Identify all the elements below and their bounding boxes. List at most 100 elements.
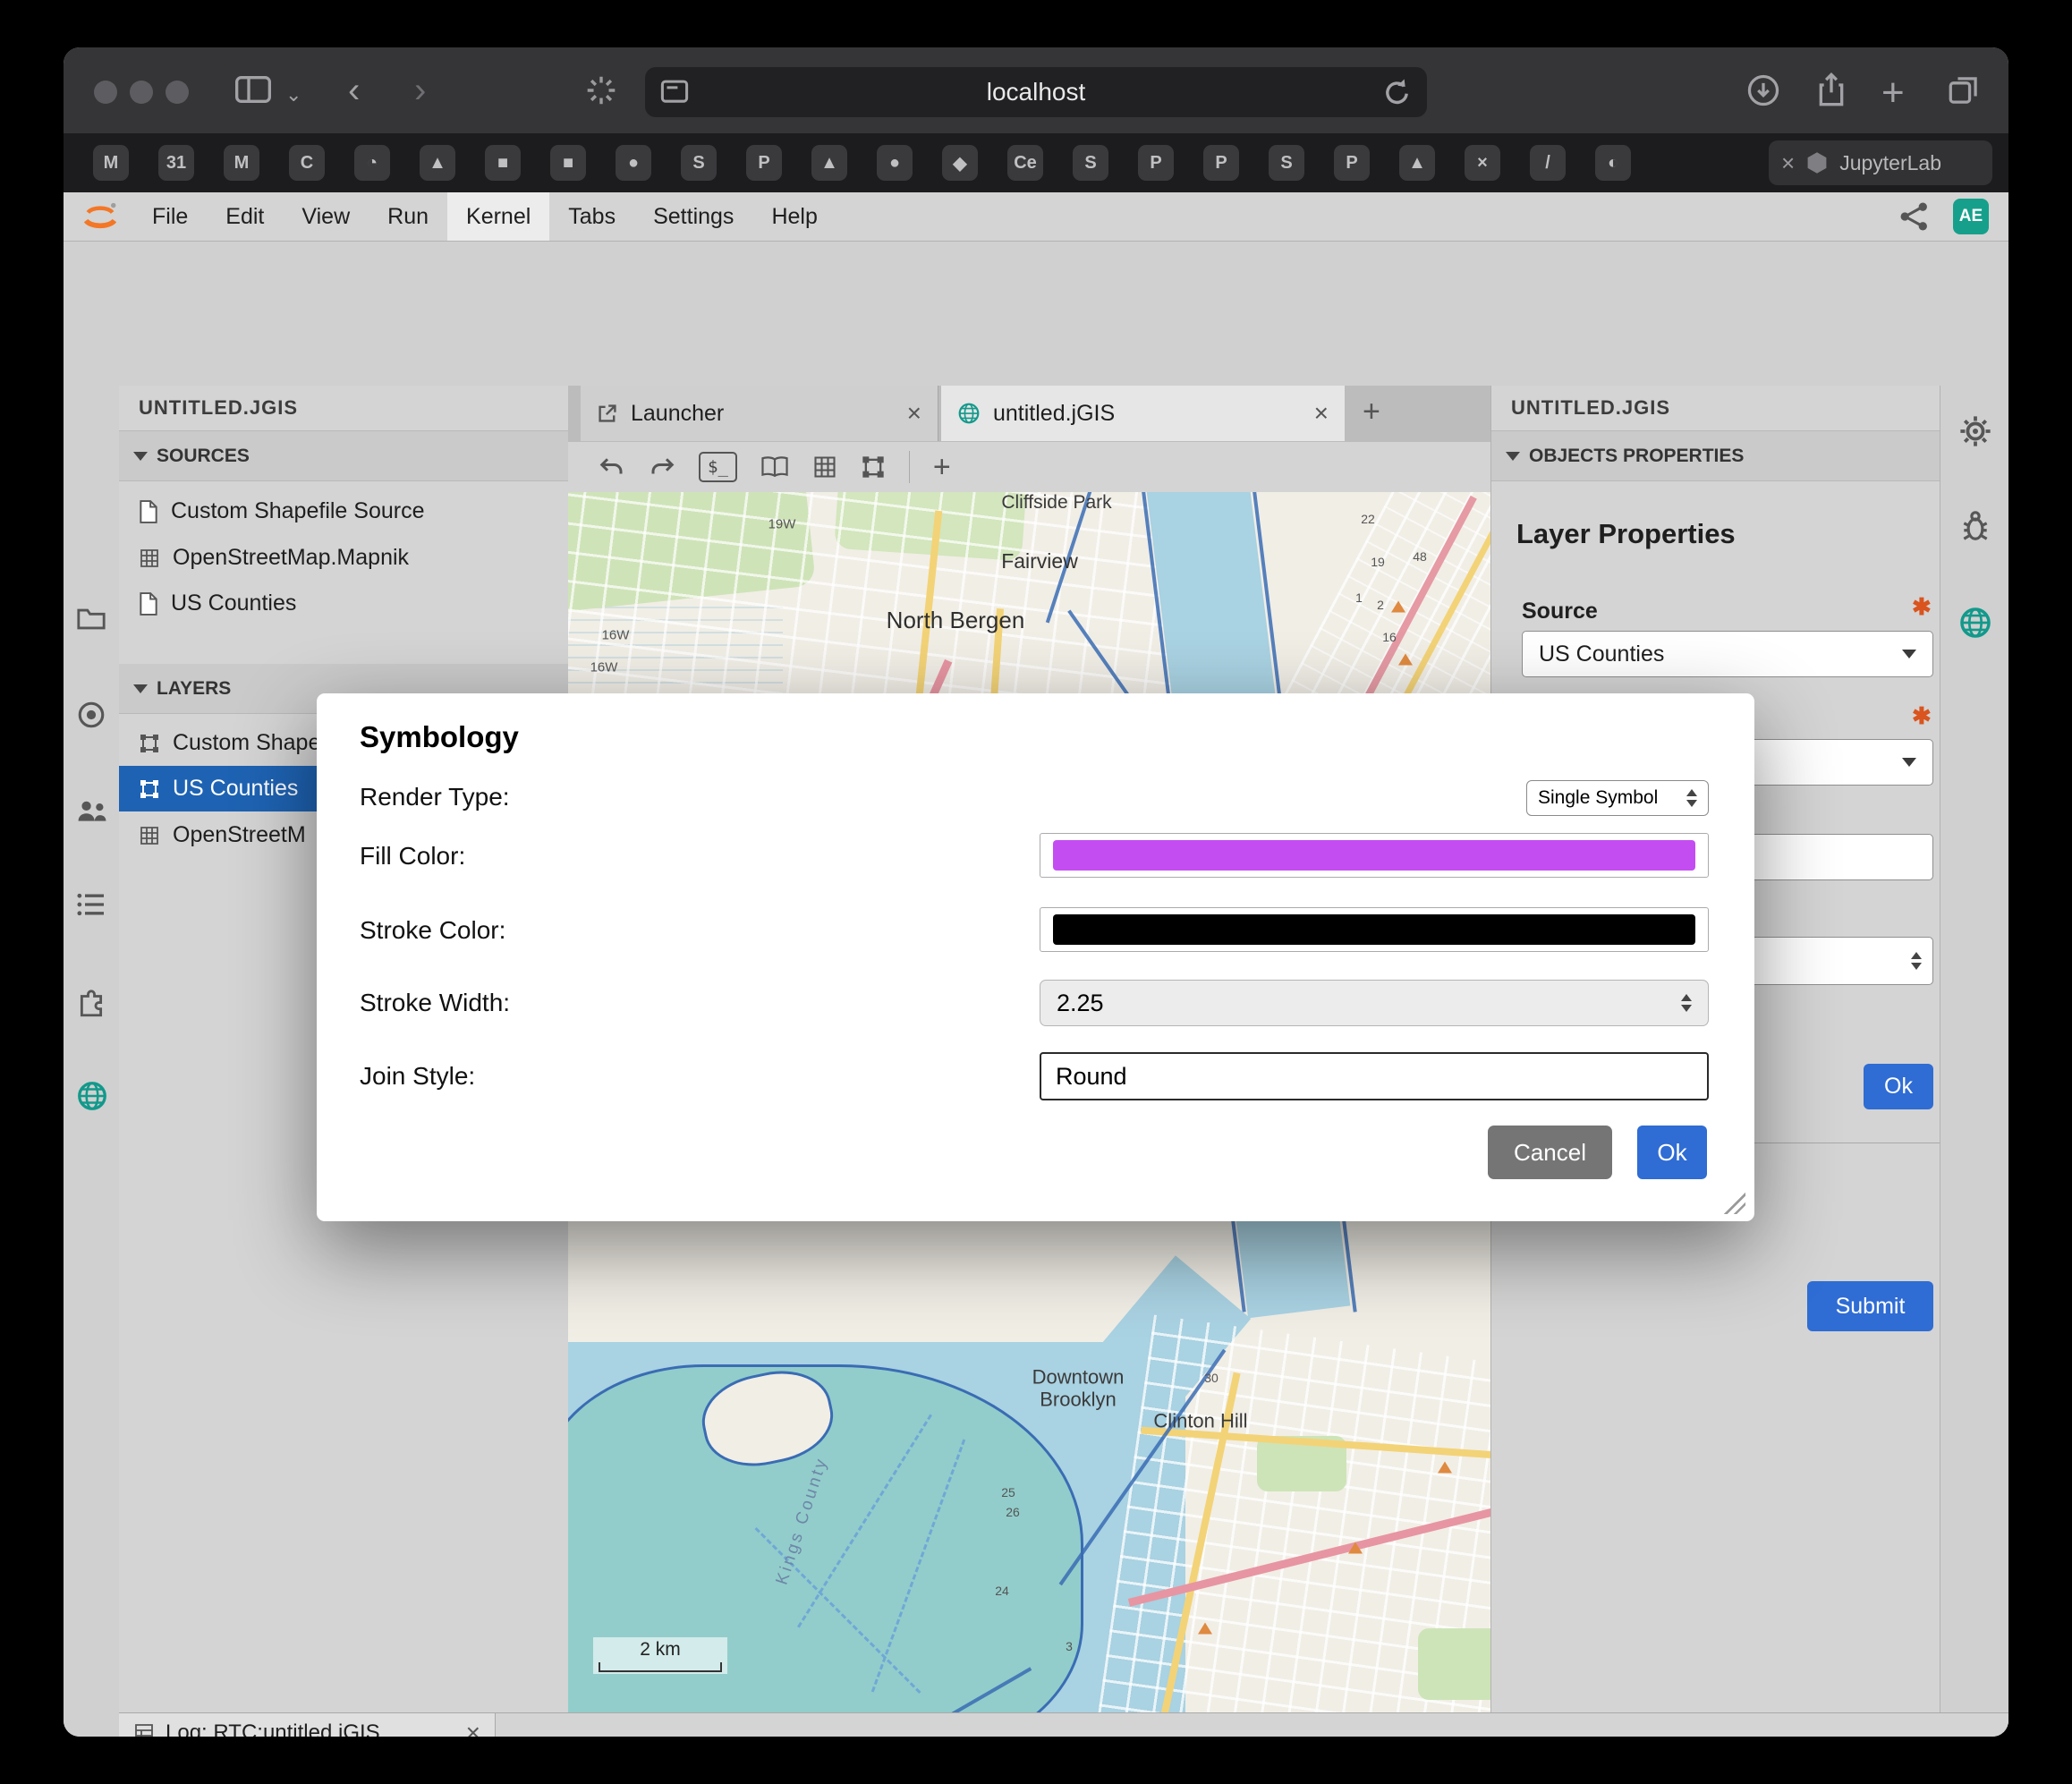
new-tab-icon[interactable]: + — [1881, 71, 1905, 115]
table-of-contents-icon[interactable] — [76, 892, 106, 917]
address-bar[interactable]: localhost — [645, 67, 1427, 117]
favicon[interactable]: C — [289, 145, 325, 181]
debugger-bug-icon[interactable] — [1958, 509, 1992, 543]
favicon[interactable]: P — [1203, 145, 1239, 181]
doc-tab-bar: Launcher × untitled.jGIS × + — [568, 386, 1490, 443]
favicon[interactable]: P — [1334, 145, 1370, 181]
minimize-window-button[interactable] — [130, 81, 153, 104]
source-item-openstreetmap[interactable]: OpenStreetMap.Mapnik — [119, 535, 568, 581]
map-label: 16W — [590, 659, 618, 675]
menu-view[interactable]: View — [283, 192, 369, 241]
jgis-globe-icon[interactable] — [76, 1080, 108, 1112]
cancel-button[interactable]: Cancel — [1488, 1126, 1612, 1179]
favicon[interactable]: ▲ — [1399, 145, 1435, 181]
forward-icon[interactable]: › — [414, 71, 426, 111]
favicon[interactable]: M — [93, 145, 129, 181]
share-nodes-icon[interactable] — [1899, 201, 1930, 232]
dialog-ok-button[interactable]: Ok — [1637, 1126, 1707, 1179]
favicon[interactable]: ● — [877, 145, 913, 181]
favicon[interactable]: 31 — [158, 145, 194, 181]
favicon[interactable]: ◐ — [1595, 145, 1631, 181]
browser-window: ⌄ ‹ › localhost + M31MC◔▲■■●SP▲●◆CeSPPSP… — [64, 47, 2008, 1737]
close-icon[interactable]: × — [466, 1719, 480, 1737]
layer-properties-heading: Layer Properties — [1516, 518, 1736, 550]
redo-icon[interactable] — [649, 455, 675, 479]
favicon[interactable]: S — [1073, 145, 1108, 181]
active-browser-tab[interactable]: × JupyterLab — [1769, 140, 1992, 185]
stroke-width-input[interactable]: 2.25 — [1040, 980, 1709, 1026]
sidebar-toggle-icon[interactable] — [235, 74, 271, 105]
raster-grid-icon[interactable] — [812, 454, 837, 480]
avatar[interactable]: AE — [1953, 199, 1989, 234]
basemap-book-icon[interactable] — [760, 455, 789, 479]
tab-overview-icon[interactable] — [1948, 74, 1980, 106]
close-icon[interactable]: × — [907, 399, 921, 428]
collaboration-icon[interactable] — [76, 798, 108, 823]
source-item-custom-shapefile[interactable]: Custom Shapefile Source — [119, 488, 568, 534]
render-type-select[interactable]: Single Symbol — [1526, 780, 1709, 816]
undo-icon[interactable] — [599, 455, 625, 479]
sources-section-header[interactable]: SOURCES — [119, 431, 568, 481]
menu-file[interactable]: File — [133, 192, 207, 241]
tab-launcher[interactable]: Launcher × — [581, 386, 938, 441]
menu-edit[interactable]: Edit — [207, 192, 283, 241]
favicon[interactable]: ■ — [550, 145, 586, 181]
zoom-window-button[interactable] — [166, 81, 189, 104]
settings-gear-icon[interactable] — [1958, 414, 1992, 448]
map-label: 22 — [1361, 512, 1375, 526]
downloads-icon[interactable] — [1747, 74, 1779, 106]
favicon[interactable]: ▲ — [420, 145, 455, 181]
favicon[interactable]: S — [681, 145, 717, 181]
favicon[interactable]: ◆ — [942, 145, 978, 181]
reload-icon[interactable] — [1382, 77, 1413, 107]
close-window-button[interactable] — [94, 81, 117, 104]
stroke-color-label: Stroke Color: — [360, 916, 505, 945]
favicon[interactable]: ▲ — [811, 145, 847, 181]
menu-kernel[interactable]: Kernel — [447, 192, 549, 241]
resize-handle[interactable] — [1724, 1193, 1745, 1214]
add-layer-icon[interactable]: + — [933, 452, 951, 482]
map-label: 2 — [1377, 598, 1384, 612]
chevron-down-icon[interactable]: ⌄ — [285, 83, 301, 106]
favicon[interactable]: / — [1530, 145, 1566, 181]
favicon[interactable]: × — [1465, 145, 1500, 181]
close-icon[interactable]: × — [1314, 399, 1329, 428]
extensions-icon[interactable] — [76, 989, 106, 1019]
add-tab-icon[interactable]: + — [1363, 395, 1380, 429]
favicon[interactable]: ◔ — [354, 145, 390, 181]
source-item-us-counties[interactable]: US Counties — [119, 581, 568, 626]
favicon[interactable]: P — [1138, 145, 1174, 181]
spinner-arrows-icon[interactable] — [1681, 994, 1692, 1012]
join-style-input[interactable]: Round — [1040, 1052, 1709, 1100]
back-icon[interactable]: ‹ — [348, 71, 360, 111]
share-icon[interactable] — [1815, 72, 1847, 107]
favicon[interactable]: ● — [616, 145, 651, 181]
menu-run[interactable]: Run — [369, 192, 447, 241]
log-tab[interactable]: Log: RTC:untitled.jGIS × — [119, 1713, 496, 1737]
favicon[interactable]: P — [746, 145, 782, 181]
stroke-color-swatch[interactable] — [1040, 907, 1709, 952]
panel-ok-button[interactable]: Ok — [1864, 1064, 1933, 1109]
jgis-globe-icon[interactable] — [1958, 606, 1992, 640]
favicon[interactable]: Ce — [1007, 145, 1043, 181]
running-sessions-icon[interactable] — [76, 700, 106, 730]
console-icon[interactable]: $_ — [699, 452, 737, 482]
spinner-arrows-icon[interactable] — [1911, 952, 1922, 970]
stroke-width-label: Stroke Width: — [360, 989, 510, 1017]
reader-icon[interactable] — [659, 77, 690, 107]
objects-properties-header[interactable]: OBJECTS PROPERTIES — [1491, 431, 1940, 481]
source-select[interactable]: US Counties — [1522, 631, 1933, 677]
submit-button[interactable]: Submit — [1807, 1281, 1933, 1331]
vector-polygon-icon[interactable] — [861, 454, 886, 480]
menu-settings[interactable]: Settings — [634, 192, 752, 241]
menu-tabs[interactable]: Tabs — [549, 192, 634, 241]
files-icon[interactable] — [76, 606, 106, 633]
close-tab-icon[interactable]: × — [1781, 149, 1795, 177]
favicon[interactable]: ■ — [485, 145, 521, 181]
menu-help[interactable]: Help — [752, 192, 836, 241]
favicon[interactable]: M — [224, 145, 259, 181]
favicon[interactable]: S — [1269, 145, 1304, 181]
fill-color-swatch[interactable] — [1040, 833, 1709, 878]
tab-untitled-jgis[interactable]: untitled.jGIS × — [941, 386, 1345, 441]
hexagon-icon — [1805, 151, 1829, 174]
